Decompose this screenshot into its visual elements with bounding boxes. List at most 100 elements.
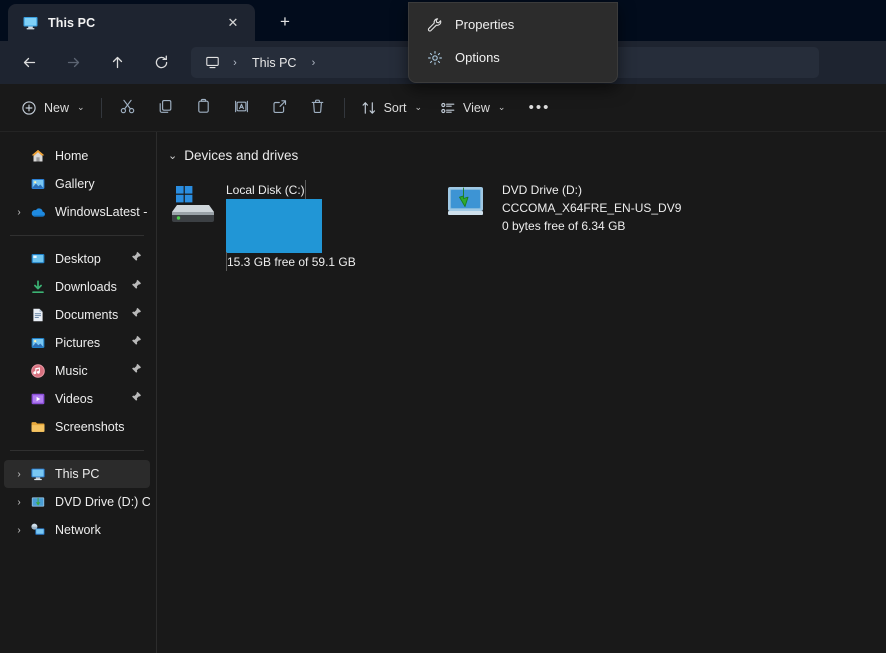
pin-icon[interactable] [131,335,142,349]
see-more-button[interactable]: ••• [520,92,558,124]
drive-capacity-text: 0 bytes free of 6.34 GB [502,219,625,233]
file-list-pane[interactable]: ⌄ Devices and drives [158,132,886,653]
delete-button[interactable] [299,92,337,124]
close-icon[interactable]: ✕ [221,11,245,35]
breadcrumb-this-pc[interactable]: This PC [245,53,303,73]
sidebar-item-downloads[interactable]: Downloads [4,273,150,301]
sidebar-item-label: Screenshots [55,420,124,434]
sort-button-label: Sort [384,101,407,115]
drive-volume-label: CCCOMA_X64FRE_EN-US_DV9 [502,201,681,215]
cut-button[interactable] [109,92,147,124]
drive-name: DVD Drive (D:) [502,183,582,197]
sidebar-item-documents[interactable]: Documents [4,301,150,329]
wrench-icon [426,16,443,33]
sidebar-item-gallery[interactable]: Gallery [4,170,150,198]
drive-capacity-text: 15.3 GB free of 59.1 GB [227,255,356,269]
expander-icon[interactable]: › [12,460,26,488]
sidebar-item-label: Pictures [55,336,100,350]
local-disk-icon [170,179,216,221]
sidebar-item-label: Videos [55,392,93,406]
pin-icon[interactable] [131,279,142,293]
view-button[interactable]: View ⌄ [431,92,514,124]
chevron-down-icon[interactable]: ⌄ [168,149,177,162]
sidebar-item-onedrive[interactable]: › WindowsLatest - Pe [4,198,150,226]
sidebar-item-this-pc[interactable]: › This PC [4,460,150,488]
sidebar-item-pictures[interactable]: Pictures [4,329,150,357]
chevron-down-icon: ⌄ [415,102,423,113]
sidebar-item-label: Desktop [55,252,101,266]
pin-icon[interactable] [131,307,142,321]
file-explorer-window: This PC ✕ + [0,0,886,653]
menu-item-properties[interactable]: Properties [413,8,613,41]
copy-icon [157,98,174,118]
rename-button[interactable] [223,92,261,124]
group-header-devices-and-drives[interactable]: ⌄ Devices and drives [168,144,886,166]
pin-icon[interactable] [131,363,142,377]
sidebar-item-home[interactable]: Home [4,142,150,170]
menu-item-options[interactable]: Options [413,41,613,74]
forward-button [56,48,90,78]
navigation-pane[interactable]: Home Gallery › [0,132,157,653]
delete-icon [309,98,326,118]
new-button[interactable]: New ⌄ [12,92,94,124]
expander-icon[interactable]: › [12,488,26,516]
view-button-label: View [463,101,490,115]
sidebar-item-network[interactable]: › Network [4,516,150,544]
sidebar-item-label: Documents [55,308,118,322]
sidebar-item-videos[interactable]: Videos [4,385,150,413]
drive-tile-dvd-drive[interactable]: DVD Drive (D:) CCCOMA_X64FRE_EN-US_DV9 0… [440,175,705,239]
sidebar-item-desktop[interactable]: Desktop [4,245,150,273]
sidebar-item-label: Music [55,364,88,378]
share-button[interactable] [261,92,299,124]
up-button[interactable] [100,48,134,78]
sidebar-item-label: This PC [55,467,99,481]
sidebar-item-label: Downloads [55,280,117,294]
paste-button[interactable] [185,92,223,124]
new-tab-button[interactable]: + [267,7,303,37]
sidebar-item-dvd-drive[interactable]: › DVD Drive (D:) CCC [4,488,150,516]
tab-strip: This PC ✕ + [0,0,303,41]
music-icon [30,363,46,379]
new-button-label: New [44,101,69,115]
toolbar-divider-1 [101,98,102,118]
chevron-down-icon: ⌄ [498,102,506,113]
ellipsis-icon: ••• [529,99,551,116]
sidebar-group-quick: Home Gallery › [0,142,156,226]
menu-item-label: Properties [455,17,514,32]
folder-icon [30,419,46,435]
sidebar-item-label: Home [55,149,88,163]
downloads-icon [30,279,46,295]
home-icon [30,148,46,164]
this-pc-icon [30,466,46,482]
expander-icon[interactable] [12,142,26,170]
sidebar-group-devices: › This PC › [0,460,156,544]
back-button[interactable] [12,48,46,78]
refresh-button[interactable] [144,48,178,78]
desktop-icon [30,251,46,267]
drive-tile-local-disk[interactable]: Local Disk (C:) 15.3 GB free of 59.1 GB [164,175,429,239]
rename-icon [233,98,250,118]
paste-icon [195,98,212,118]
sidebar-item-label: DVD Drive (D:) CCC [55,495,150,509]
context-menu[interactable]: Properties Options [408,2,618,83]
expander-icon[interactable] [12,170,26,198]
expander-icon[interactable]: › [12,198,26,226]
sidebar-item-label: WindowsLatest - Pe [55,205,150,219]
breadcrumb-separator-2[interactable]: › [305,57,321,69]
pin-icon[interactable] [131,391,142,405]
expander-icon[interactable]: › [12,516,26,544]
tab-this-pc[interactable]: This PC ✕ [8,4,255,41]
cut-icon [119,98,136,118]
gear-icon [426,49,443,66]
sidebar-item-screenshots[interactable]: Screenshots [4,413,150,441]
sort-button[interactable]: Sort ⌄ [352,92,431,124]
copy-button[interactable] [147,92,185,124]
command-bar: New ⌄ [0,84,886,132]
toolbar-divider-2 [344,98,345,118]
sidebar-item-music[interactable]: Music [4,357,150,385]
menu-item-label: Options [455,50,500,65]
pin-icon[interactable] [131,251,142,265]
videos-icon [30,391,46,407]
drive-info: Local Disk (C:) 15.3 GB free of 59.1 GB [226,179,356,235]
sidebar-item-label: Gallery [55,177,95,191]
